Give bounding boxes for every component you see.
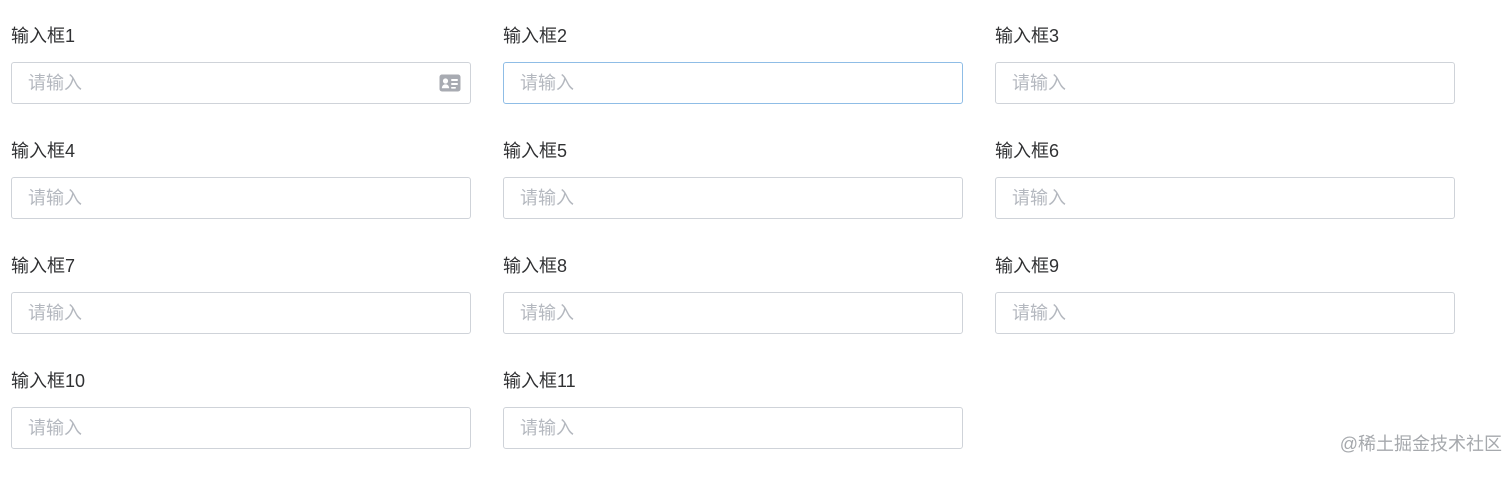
form-field-2: 输入框2 xyxy=(503,22,963,137)
form-field-3: 输入框3 xyxy=(995,22,1455,137)
form-field-11: 输入框11 xyxy=(503,367,963,482)
field-label: 输入框2 xyxy=(503,26,568,46)
field-label: 输入框5 xyxy=(503,141,568,161)
input-wrapper xyxy=(503,407,963,449)
text-input-6[interactable] xyxy=(995,177,1455,219)
field-label: 输入框10 xyxy=(11,371,86,391)
field-label: 输入框9 xyxy=(995,256,1060,276)
text-input-10[interactable] xyxy=(11,407,471,449)
input-wrapper xyxy=(11,62,471,104)
form-field-10: 输入框10 xyxy=(11,367,471,482)
id-card-icon[interactable] xyxy=(439,73,461,93)
watermark: @稀土掘金技术社区 xyxy=(1339,434,1502,454)
text-input-5[interactable] xyxy=(503,177,963,219)
form-field-9: 输入框9 xyxy=(995,252,1455,367)
text-input-7[interactable] xyxy=(11,292,471,334)
form-field-5: 输入框5 xyxy=(503,137,963,252)
field-label: 输入框6 xyxy=(995,141,1060,161)
input-wrapper xyxy=(995,292,1455,334)
field-label: 输入框4 xyxy=(11,141,76,161)
form-field-6: 输入框6 xyxy=(995,137,1455,252)
text-input-3[interactable] xyxy=(995,62,1455,104)
input-wrapper xyxy=(11,407,471,449)
field-label: 输入框7 xyxy=(11,256,76,276)
text-input-8[interactable] xyxy=(503,292,963,334)
field-label: 输入框3 xyxy=(995,26,1060,46)
field-label: 输入框8 xyxy=(503,256,568,276)
input-wrapper xyxy=(503,292,963,334)
form-field-7: 输入框7 xyxy=(11,252,471,367)
input-wrapper xyxy=(995,62,1455,104)
input-wrapper xyxy=(995,177,1455,219)
input-wrapper xyxy=(503,62,963,104)
input-wrapper xyxy=(503,177,963,219)
input-form: 输入框1 输入框2 输入框3 输入框 xyxy=(11,22,1455,482)
text-input-2[interactable] xyxy=(503,62,963,104)
text-input-11[interactable] xyxy=(503,407,963,449)
input-wrapper xyxy=(11,292,471,334)
form-field-4: 输入框4 xyxy=(11,137,471,252)
field-label: 输入框1 xyxy=(11,26,76,46)
text-input-1[interactable] xyxy=(11,62,471,104)
form-field-8: 输入框8 xyxy=(503,252,963,367)
text-input-9[interactable] xyxy=(995,292,1455,334)
field-label: 输入框11 xyxy=(503,371,576,391)
form-field-1: 输入框1 xyxy=(11,22,471,137)
input-wrapper xyxy=(11,177,471,219)
text-input-4[interactable] xyxy=(11,177,471,219)
